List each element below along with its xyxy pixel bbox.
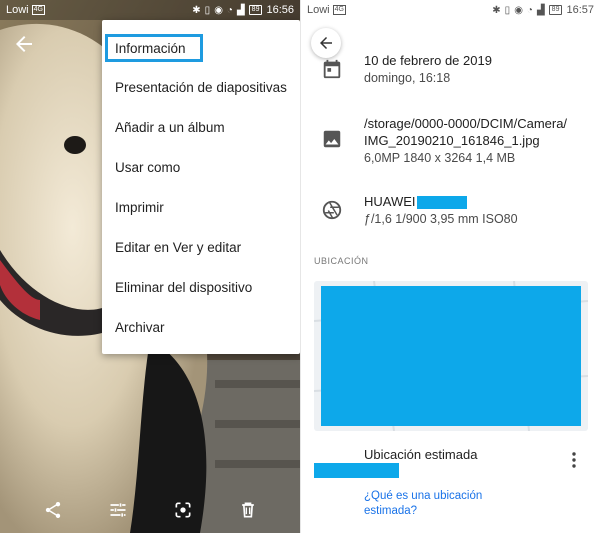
menu-item-edit-in[interactable]: Editar en Ver y editar bbox=[102, 227, 300, 267]
camera-details: ƒ/1,6 1/900 3,95 mm ISO80 bbox=[364, 212, 518, 226]
lens-icon bbox=[175, 502, 190, 518]
edit-adjust-icon bbox=[110, 503, 125, 517]
overflow-menu: Información Presentación de diapositivas… bbox=[102, 20, 300, 354]
back-button[interactable] bbox=[311, 28, 341, 58]
camera-model-redaction bbox=[417, 196, 467, 209]
photo-action-bar bbox=[0, 487, 300, 533]
menu-item-add-to-album[interactable]: Añadir a un álbum bbox=[102, 107, 300, 147]
edit-button[interactable] bbox=[105, 497, 131, 523]
map-redaction bbox=[321, 286, 581, 426]
estimated-location-help-link-line2[interactable]: estimada? bbox=[364, 505, 417, 517]
signal-icon: ▟ bbox=[536, 4, 545, 16]
bluetooth-icon: ✱ bbox=[192, 4, 201, 16]
lens-button[interactable] bbox=[170, 497, 196, 523]
share-icon bbox=[45, 502, 60, 518]
weekday-time-text: domingo, 16:18 bbox=[364, 71, 451, 85]
status-icons: ✱ ▯ ◉ ◔ ▟ 89 16:57 bbox=[492, 4, 594, 16]
wifi-icon: ◔ bbox=[226, 4, 233, 16]
menu-item-label: Usar como bbox=[115, 159, 181, 175]
camera-brand: HUAWEI bbox=[364, 194, 416, 209]
location-section-label: UBICACIÓN bbox=[314, 256, 369, 266]
battery-icon: 89 bbox=[248, 5, 263, 15]
menu-item-slideshow[interactable]: Presentación de diapositivas bbox=[102, 67, 300, 107]
status-bar: Lowi 4G ✱ ▯ ◉ ◔ ▟ 89 16:56 bbox=[0, 0, 300, 20]
carrier-name: Lowi bbox=[6, 4, 29, 16]
share-button[interactable] bbox=[40, 497, 66, 523]
vibrate-icon: ▯ bbox=[504, 4, 511, 16]
network-badge-icon: 4G bbox=[31, 5, 45, 15]
right-screen: Lowi 4G ✱ ▯ ◉ ◔ ▟ 89 16:57 10 de febrero… bbox=[300, 0, 600, 533]
left-screen: Lowi 4G ✱ ▯ ◉ ◔ ▟ 89 16:56 Información P… bbox=[0, 0, 300, 533]
estimated-location-label: Ubicación estimada bbox=[364, 447, 478, 462]
menu-item-label: Imprimir bbox=[115, 199, 164, 215]
signal-icon: ▟ bbox=[236, 4, 245, 16]
carrier-name: Lowi bbox=[307, 4, 330, 16]
back-arrow-icon[interactable] bbox=[12, 32, 36, 56]
menu-item-print[interactable]: Imprimir bbox=[102, 187, 300, 227]
menu-item-label: Información bbox=[115, 40, 186, 56]
location-name-redaction bbox=[314, 463, 399, 478]
carrier-label: Lowi 4G bbox=[6, 4, 192, 16]
network-badge-icon: 4G bbox=[332, 5, 346, 15]
eye-comfort-icon: ◉ bbox=[214, 4, 223, 16]
image-icon bbox=[323, 130, 341, 148]
battery-icon: 89 bbox=[548, 5, 563, 15]
estimated-location-help-link-line1[interactable]: ¿Qué es una ubicación bbox=[364, 490, 482, 502]
file-path-line1: /storage/0000-0000/DCIM/Camera/ bbox=[364, 116, 568, 131]
file-path-line2: IMG_20190210_161846_1.jpg bbox=[364, 133, 540, 148]
carrier-label: Lowi 4G bbox=[307, 4, 492, 16]
aperture-icon bbox=[322, 200, 342, 220]
location-map[interactable] bbox=[314, 281, 588, 431]
file-details: 6,0MP 1840 x 3264 1,4 MB bbox=[364, 151, 516, 165]
menu-item-label: Añadir a un álbum bbox=[115, 119, 225, 135]
clock: 16:57 bbox=[566, 4, 594, 16]
status-icons: ✱ ▯ ◉ ◔ ▟ 89 16:56 bbox=[192, 4, 294, 16]
menu-item-label: Eliminar del dispositivo bbox=[115, 279, 253, 295]
date-text: 10 de febrero de 2019 bbox=[364, 53, 492, 68]
delete-button[interactable] bbox=[235, 497, 261, 523]
menu-item-label: Editar en Ver y editar bbox=[115, 239, 242, 255]
status-bar: Lowi 4G ✱ ▯ ◉ ◔ ▟ 89 16:57 bbox=[301, 0, 600, 20]
delete-icon bbox=[241, 502, 254, 518]
wifi-icon: ◔ bbox=[526, 4, 533, 16]
menu-item-label: Archivar bbox=[115, 319, 165, 335]
menu-item-info[interactable]: Información bbox=[105, 34, 203, 62]
menu-item-use-as[interactable]: Usar como bbox=[102, 147, 300, 187]
more-vert-icon[interactable] bbox=[568, 450, 580, 470]
menu-item-label: Presentación de diapositivas bbox=[115, 79, 287, 95]
clock: 16:56 bbox=[266, 4, 294, 16]
eye-comfort-icon: ◉ bbox=[514, 4, 523, 16]
back-arrow-icon bbox=[320, 37, 332, 49]
bluetooth-icon: ✱ bbox=[492, 4, 501, 16]
menu-item-delete-from-device[interactable]: Eliminar del dispositivo bbox=[102, 267, 300, 307]
calendar-icon bbox=[323, 59, 341, 79]
vibrate-icon: ▯ bbox=[204, 4, 211, 16]
menu-item-archive[interactable]: Archivar bbox=[102, 307, 300, 347]
